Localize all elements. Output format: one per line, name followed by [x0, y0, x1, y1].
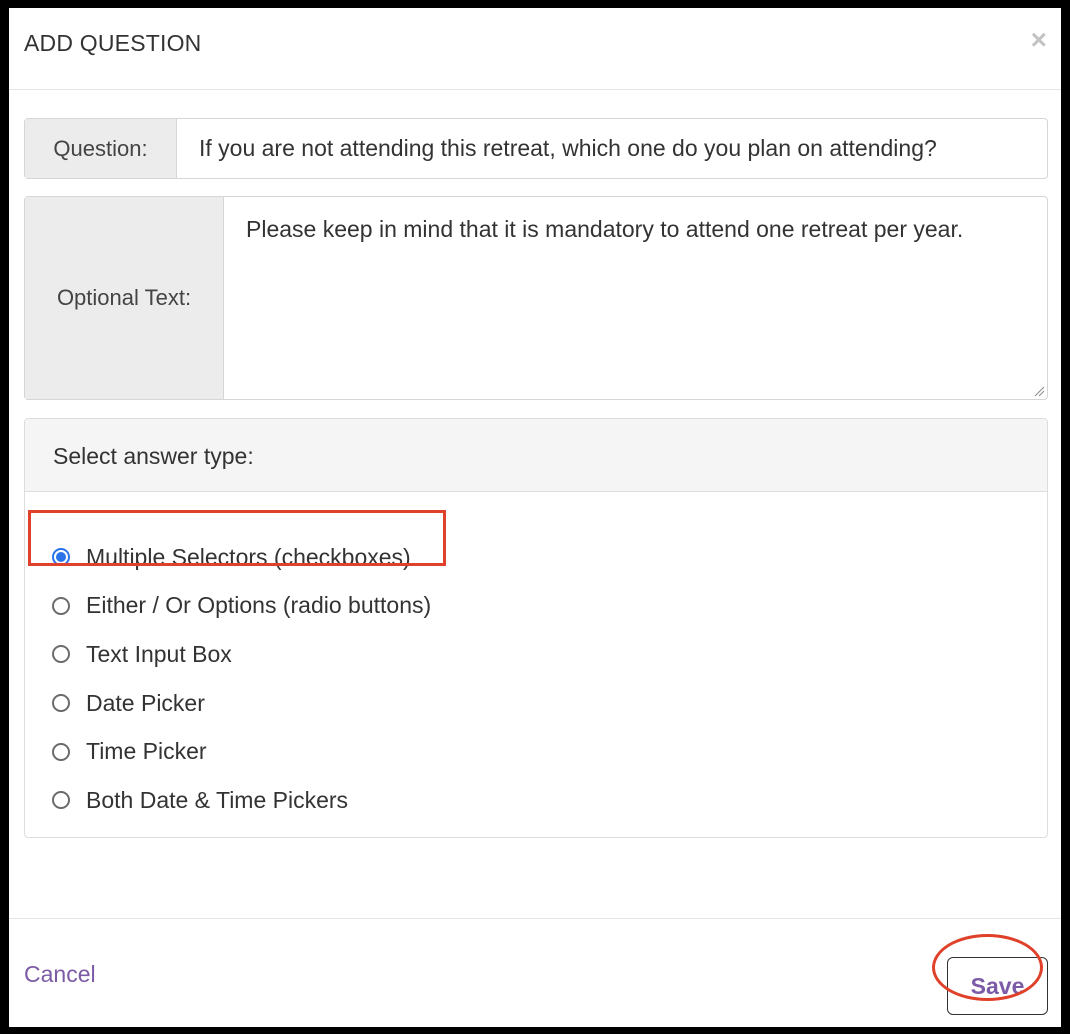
optional-text-textarea[interactable]: Please keep in mind that it is mandatory… [224, 197, 1047, 399]
radio-time-picker[interactable] [52, 742, 70, 761]
answer-type-heading: Select answer type: [25, 419, 1047, 492]
question-label: Question: [25, 119, 177, 178]
option-either-or[interactable]: Either / Or Options (radio buttons) [52, 582, 431, 631]
answer-type-panel: Select answer type: Multiple Selectors (… [24, 418, 1048, 838]
option-label: Either / Or Options (radio buttons) [86, 592, 432, 619]
radio-text-input-box[interactable] [52, 645, 70, 664]
save-button[interactable]: Save [947, 957, 1048, 1015]
modal-title: ADD QUESTION [24, 30, 202, 56]
radio-either-or[interactable] [52, 596, 70, 615]
cancel-link[interactable]: Cancel [24, 961, 96, 988]
optional-text-value: Please keep in mind that it is mandatory… [246, 216, 964, 242]
radio-date-time-pickers[interactable] [52, 791, 70, 810]
option-label: Time Picker [86, 738, 207, 765]
radio-date-picker[interactable] [52, 694, 70, 713]
question-input-group: Question: If you are not attending this … [24, 118, 1048, 179]
add-question-modal: ADD QUESTION × Question: If you are not … [9, 8, 1061, 1027]
close-icon[interactable]: × [1031, 26, 1047, 54]
option-date-picker[interactable]: Date Picker [52, 679, 431, 728]
modal-footer: Cancel Save [9, 918, 1061, 1028]
radio-multiple-selectors[interactable] [52, 548, 70, 567]
optional-text-group: Optional Text: Please keep in mind that … [24, 196, 1048, 400]
answer-type-options: Multiple Selectors (checkboxes) Either /… [52, 533, 431, 825]
resize-handle-icon[interactable] [1033, 385, 1045, 397]
option-date-time-pickers[interactable]: Both Date & Time Pickers [52, 776, 431, 825]
option-multiple-selectors[interactable]: Multiple Selectors (checkboxes) [52, 533, 431, 582]
option-text-input-box[interactable]: Text Input Box [52, 630, 431, 679]
optional-text-label: Optional Text: [25, 197, 224, 399]
question-input[interactable]: If you are not attending this retreat, w… [177, 119, 1047, 178]
option-label: Multiple Selectors (checkboxes) [86, 543, 411, 570]
option-time-picker[interactable]: Time Picker [52, 727, 431, 776]
option-label: Text Input Box [86, 640, 232, 667]
modal-header: ADD QUESTION × [9, 8, 1061, 90]
option-label: Both Date & Time Pickers [86, 786, 349, 813]
option-label: Date Picker [86, 689, 205, 716]
